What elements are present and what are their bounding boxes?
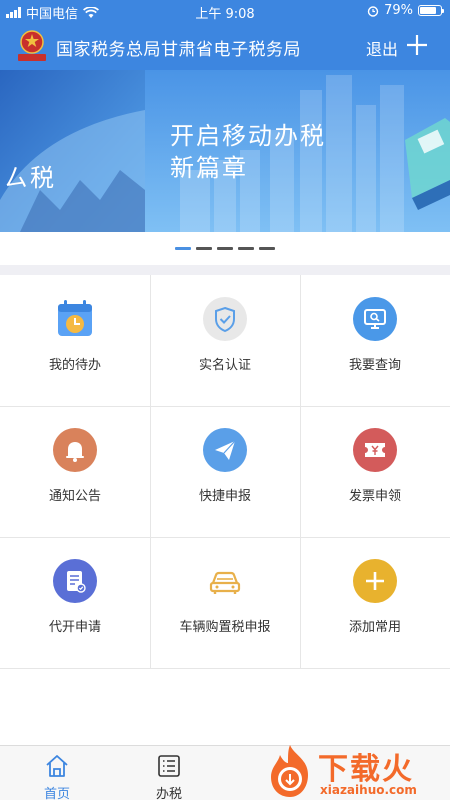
app-bar: 国家税务总局甘肃省电子税务局 退出 bbox=[0, 24, 450, 70]
service-invoice[interactable]: 发票申领 bbox=[300, 406, 450, 537]
service-quick-declare[interactable]: 快捷申报 bbox=[150, 406, 300, 537]
monitor-search-icon bbox=[353, 297, 397, 341]
watermark-subtext: xiazaihuo.com bbox=[320, 783, 417, 797]
section-divider bbox=[0, 265, 450, 275]
shield-check-icon bbox=[203, 297, 247, 341]
header: 中国电信 上午 9:08 79% 国家税务总局甘肃省电子税务局 退出 bbox=[0, 0, 450, 70]
service-add-favorite[interactable]: 添加常用 bbox=[300, 537, 450, 668]
carousel-dot[interactable] bbox=[196, 247, 212, 250]
logout-button[interactable]: 退出 bbox=[366, 36, 398, 60]
banner-partial-text: ㄙ税 bbox=[4, 164, 56, 192]
watermark-text: 下载火 bbox=[318, 752, 414, 787]
carousel-dot[interactable] bbox=[238, 247, 254, 250]
service-proxy-invoice[interactable]: 代开申请 bbox=[0, 537, 150, 668]
service-vehicle-tax[interactable]: 车辆购置税申报 bbox=[150, 537, 300, 668]
list-icon bbox=[158, 755, 180, 777]
ticket-icon bbox=[353, 428, 397, 472]
page-title: 国家税务总局甘肃省电子税务局 bbox=[56, 40, 301, 60]
service-query[interactable]: 我要查询 bbox=[300, 275, 450, 406]
service-notice[interactable]: 通知公告 bbox=[0, 406, 150, 537]
service-label: 实名认证 bbox=[198, 358, 251, 373]
service-real-name-auth[interactable]: 实名认证 bbox=[150, 275, 300, 406]
home-icon bbox=[46, 755, 68, 777]
tab-home[interactable]: 首页 bbox=[17, 746, 97, 800]
banner-headline-line2: 新篇章 bbox=[170, 154, 248, 182]
paper-plane-icon bbox=[203, 428, 247, 472]
alarm-icon bbox=[367, 5, 379, 17]
watermark: 下载火 xiazaihuo.com bbox=[264, 741, 450, 800]
promo-banner[interactable]: ㄙ税 开启移动办税 新篇章 bbox=[0, 70, 450, 232]
service-label: 我的待办 bbox=[48, 358, 101, 373]
service-my-todo[interactable]: 我的待办 bbox=[0, 275, 150, 406]
add-icon[interactable] bbox=[405, 33, 429, 57]
bell-icon bbox=[53, 428, 97, 472]
carousel-dot[interactable] bbox=[175, 247, 191, 250]
banner-headline-line1: 开启移动办税 bbox=[170, 122, 326, 150]
carousel-indicator bbox=[0, 232, 450, 265]
banner-headline: 开启移动办税 新篇章 bbox=[170, 120, 326, 184]
service-label: 我要查询 bbox=[348, 358, 401, 373]
flame-logo-icon bbox=[271, 745, 308, 797]
service-label: 添加常用 bbox=[348, 620, 401, 635]
tab-label: 办税 bbox=[155, 787, 182, 800]
carousel-dot[interactable] bbox=[217, 247, 233, 250]
tax-emblem-icon bbox=[18, 30, 46, 61]
tab-label: 首页 bbox=[43, 787, 70, 800]
service-label: 快捷申报 bbox=[198, 489, 251, 504]
service-label: 车辆购置税申报 bbox=[179, 620, 271, 635]
grid-divider bbox=[0, 668, 450, 669]
battery-percent: 79% bbox=[384, 3, 413, 18]
tab-tax[interactable]: 办税 bbox=[129, 746, 209, 800]
status-bar: 中国电信 上午 9:08 79% bbox=[0, 0, 450, 22]
service-label: 发票申领 bbox=[348, 489, 401, 504]
car-icon bbox=[209, 571, 241, 594]
calendar-clock-icon bbox=[58, 300, 92, 336]
document-edit-icon bbox=[53, 559, 97, 603]
plus-icon bbox=[353, 559, 397, 603]
service-label: 代开申请 bbox=[48, 620, 101, 635]
carousel-dot[interactable] bbox=[259, 247, 275, 250]
battery-icon bbox=[418, 5, 444, 16]
service-label: 通知公告 bbox=[48, 489, 101, 504]
service-grid: 我的待办 实名认证 我要查询 通知公告 快捷申报 发票申领 代开申请 车辆购置税… bbox=[0, 275, 450, 670]
